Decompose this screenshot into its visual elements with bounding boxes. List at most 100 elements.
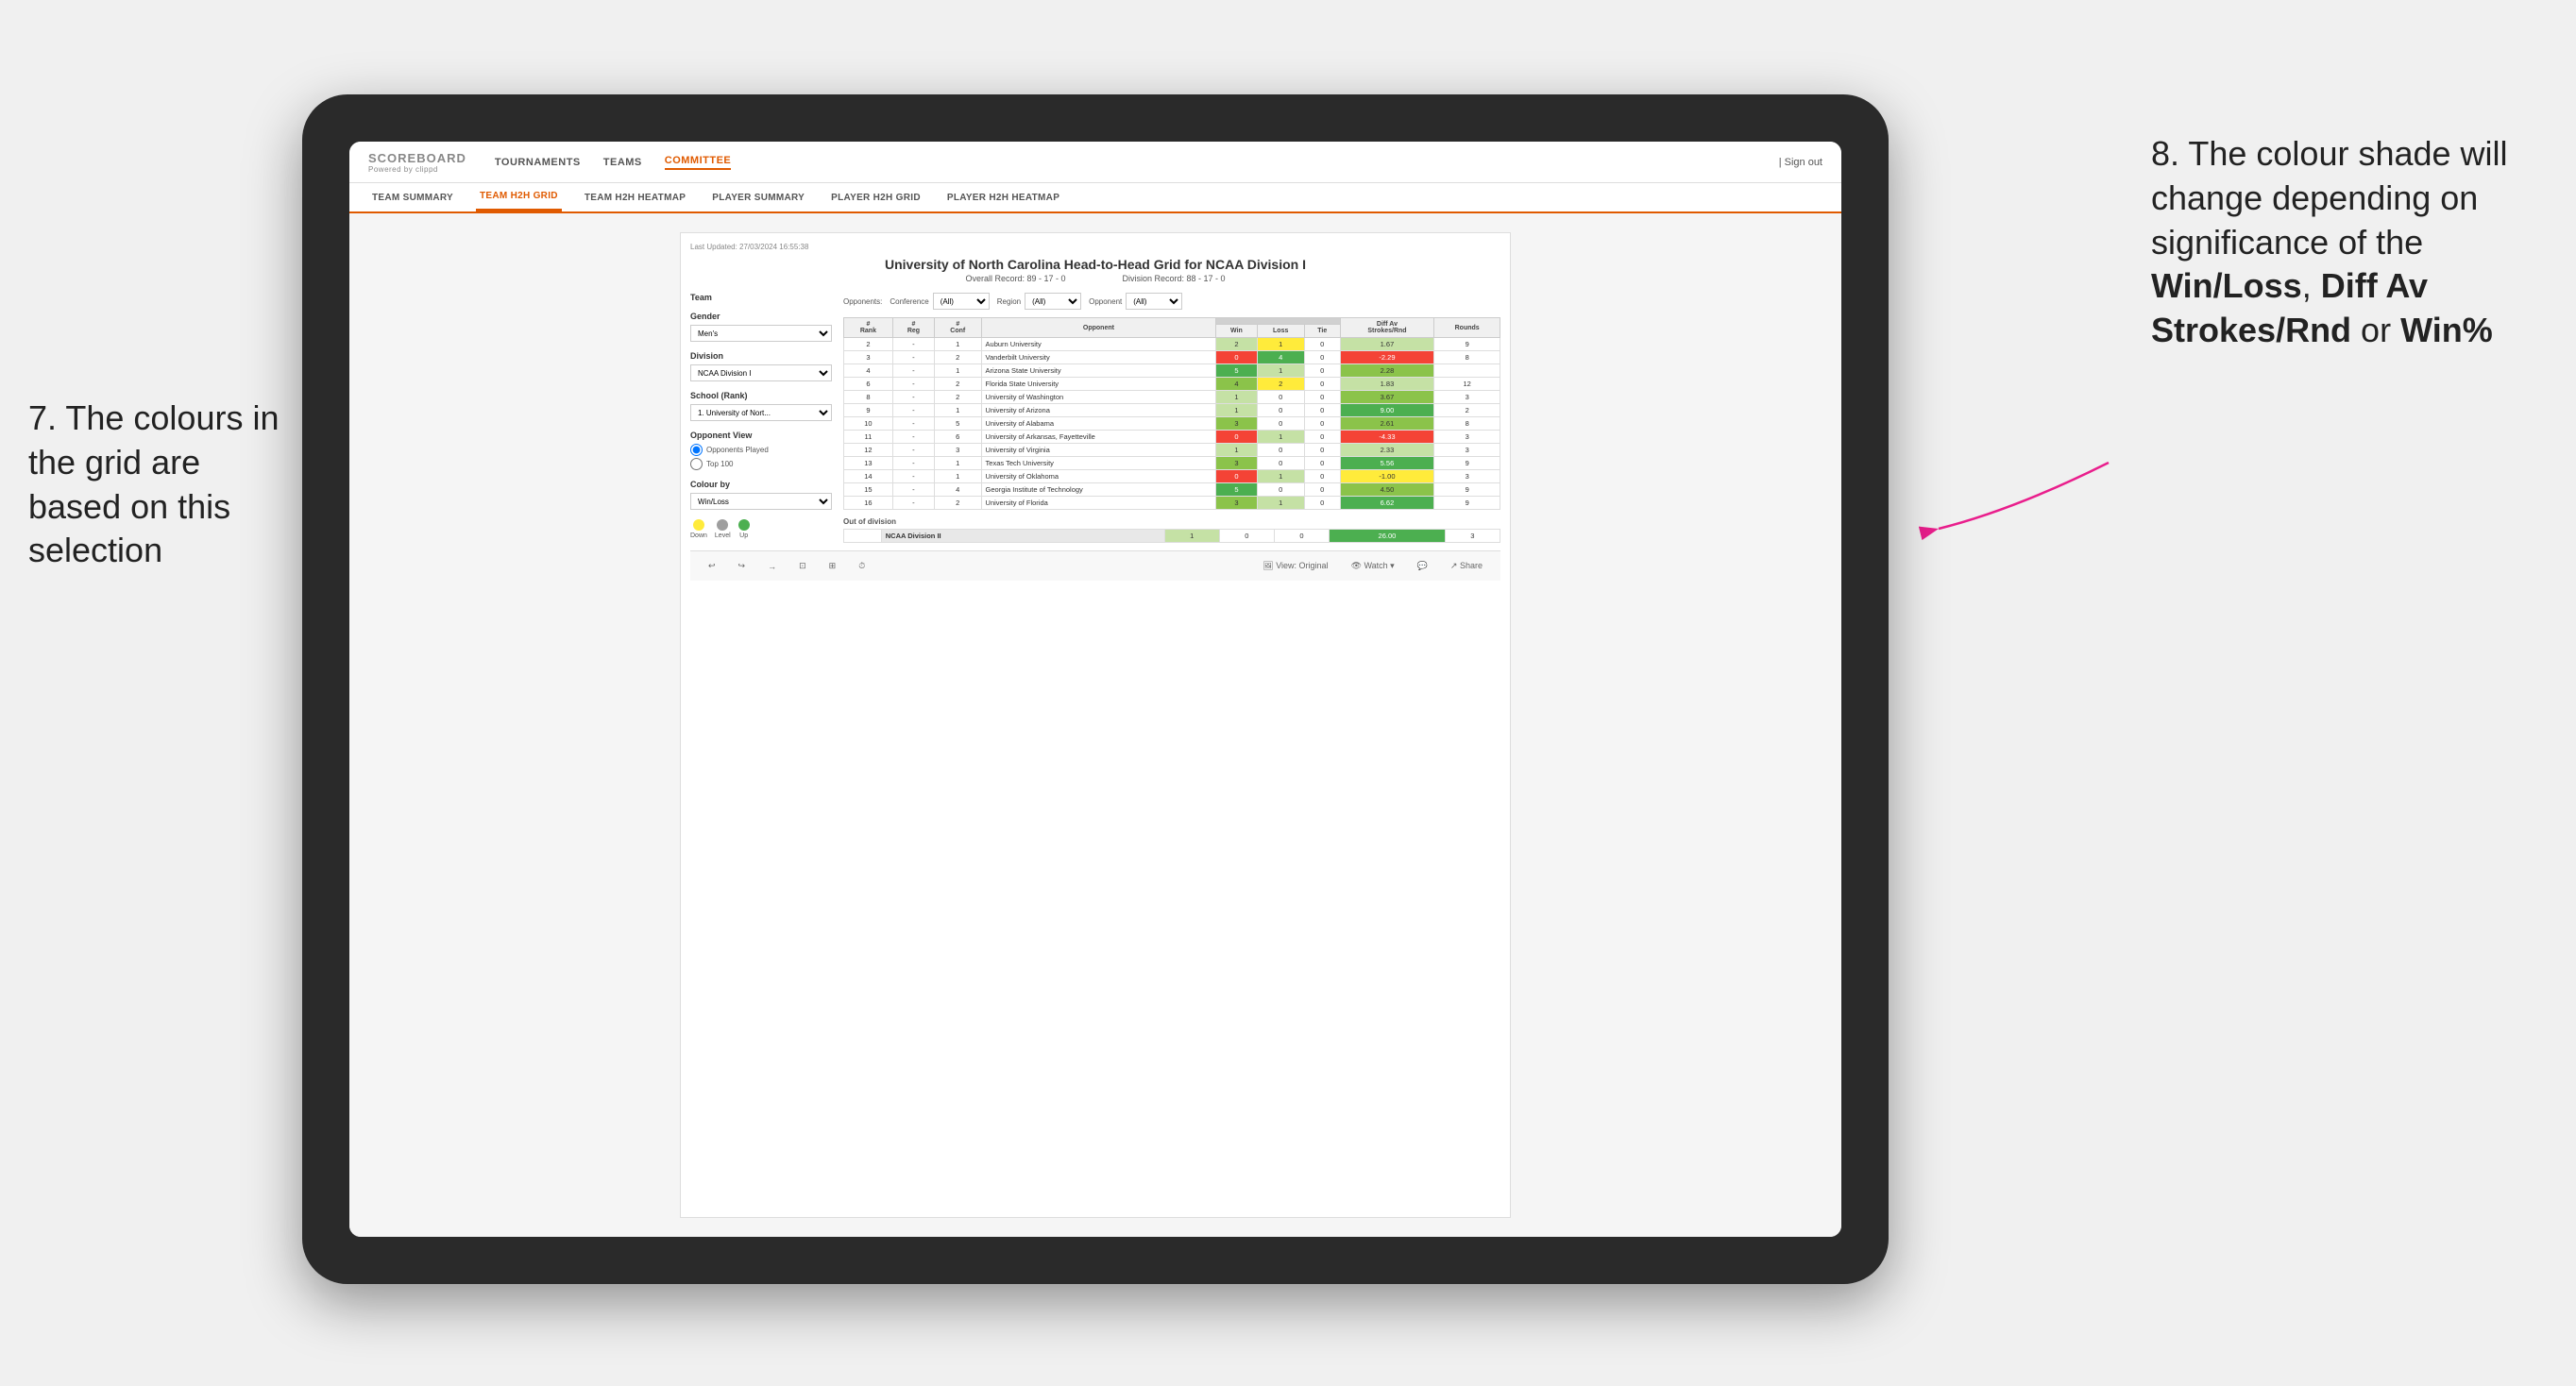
cell-loss: 0 xyxy=(1257,483,1304,497)
forward-button[interactable]: → xyxy=(761,559,783,574)
cell-loss: 1 xyxy=(1257,470,1304,483)
last-updated: Last Updated: 27/03/2024 16:55:38 xyxy=(690,243,808,251)
nav-committee[interactable]: COMMITTEE xyxy=(665,155,732,170)
nav-items: TOURNAMENTS TEAMS COMMITTEE xyxy=(495,155,731,170)
table-row: 2 - 1 Auburn University 2 1 0 1.67 9 xyxy=(844,338,1500,351)
cell-conf: 4 xyxy=(935,483,982,497)
division-label: Division xyxy=(690,351,832,361)
undo-button[interactable]: ↩ xyxy=(702,558,722,574)
cell-opponent: University of Arkansas, Fayetteville xyxy=(981,431,1216,444)
out-of-division-row: NCAA Division II 1 0 0 26.00 3 xyxy=(844,530,1500,543)
cell-rounds: 12 xyxy=(1434,378,1500,391)
cell-win: 0 xyxy=(1216,351,1257,364)
comment-button[interactable]: 💬 xyxy=(1411,558,1434,574)
share-button[interactable]: ↗ Share xyxy=(1444,558,1489,574)
cell-conf: 5 xyxy=(935,417,982,431)
redo-button[interactable]: ↪ xyxy=(732,558,753,574)
conference-filter-select[interactable]: (All) xyxy=(933,293,990,310)
clock-button[interactable]: ⏱ xyxy=(852,558,872,574)
cell-rank: 15 xyxy=(844,483,893,497)
sign-out-button[interactable]: | Sign out xyxy=(1779,157,1822,168)
cell-diff-av: 5.56 xyxy=(1340,457,1434,470)
cell-tie: 0 xyxy=(1304,497,1340,510)
cell-reg: - xyxy=(892,483,934,497)
cell-reg: - xyxy=(892,391,934,404)
nav-teams[interactable]: TEAMS xyxy=(603,157,642,168)
sub-nav-player-summary[interactable]: PLAYER SUMMARY xyxy=(708,183,808,211)
cell-opponent: Texas Tech University xyxy=(981,457,1216,470)
sub-nav-team-summary[interactable]: TEAM SUMMARY xyxy=(368,183,457,211)
cell-conf: 1 xyxy=(935,457,982,470)
cell-win: 3 xyxy=(1216,417,1257,431)
table-row: 6 - 2 Florida State University 4 2 0 1.8… xyxy=(844,378,1500,391)
nav-tournaments[interactable]: TOURNAMENTS xyxy=(495,157,581,168)
cell-diff-av: 2.33 xyxy=(1340,444,1434,457)
cell-rank: 10 xyxy=(844,417,893,431)
cell-conf: 2 xyxy=(935,497,982,510)
cell-win: 1 xyxy=(1216,391,1257,404)
region-filter-select[interactable]: (All) xyxy=(1025,293,1081,310)
sub-nav-player-h2h-grid[interactable]: PLAYER H2H GRID xyxy=(827,183,924,211)
school-select[interactable]: 1. University of Nort... xyxy=(690,404,832,421)
cell-win: 1 xyxy=(1216,444,1257,457)
table-row: 12 - 3 University of Virginia 1 0 0 2.33… xyxy=(844,444,1500,457)
filter-row: Opponents: Conference (All) Region ( xyxy=(843,293,1500,310)
col-diff-av: Diff AvStrokes/Rnd xyxy=(1340,318,1434,338)
table-row: 11 - 6 University of Arkansas, Fayettevi… xyxy=(844,431,1500,444)
cell-tie: 0 xyxy=(1304,431,1340,444)
cell-rounds: 3 xyxy=(1434,470,1500,483)
cell-conf: 1 xyxy=(935,470,982,483)
col-tie: Tie xyxy=(1304,325,1340,338)
table-row: 10 - 5 University of Alabama 3 0 0 2.61 … xyxy=(844,417,1500,431)
cell-out-div-rounds: 3 xyxy=(1445,530,1500,543)
cell-opponent: Florida State University xyxy=(981,378,1216,391)
watch-button[interactable]: 👁 Watch ▾ xyxy=(1345,558,1401,574)
annotation-left: 7. The colours in the grid are based on … xyxy=(28,397,293,573)
cell-rank: 13 xyxy=(844,457,893,470)
overall-record: Overall Record: 89 - 17 - 0 xyxy=(965,274,1065,283)
table-row: 15 - 4 Georgia Institute of Technology 5… xyxy=(844,483,1500,497)
home-button[interactable]: ⊡ xyxy=(792,558,813,574)
col-rounds: Rounds xyxy=(1434,318,1500,338)
cell-rounds: 3 xyxy=(1434,391,1500,404)
division-select[interactable]: NCAA Division I xyxy=(690,364,832,381)
table-row: 9 - 1 University of Arizona 1 0 0 9.00 2 xyxy=(844,404,1500,417)
cell-opponent: University of Alabama xyxy=(981,417,1216,431)
sub-nav-team-h2h-heatmap[interactable]: TEAM H2H HEATMAP xyxy=(581,183,689,211)
gender-label: Gender xyxy=(690,312,832,321)
cell-rank: 11 xyxy=(844,431,893,444)
cell-tie: 0 xyxy=(1304,457,1340,470)
cell-rank: 4 xyxy=(844,364,893,378)
opponents-filter-label: Opponents: xyxy=(843,297,882,306)
col-rank: #Rank xyxy=(844,318,893,338)
opponent-filter-select[interactable]: (All) xyxy=(1126,293,1182,310)
grid-button[interactable]: ⊞ xyxy=(822,558,843,574)
col-reg: #Reg xyxy=(892,318,934,338)
cell-rounds: 9 xyxy=(1434,457,1500,470)
cell-conf: 2 xyxy=(935,391,982,404)
cell-tie: 0 xyxy=(1304,404,1340,417)
sub-nav-player-h2h-heatmap[interactable]: PLAYER H2H HEATMAP xyxy=(943,183,1063,211)
sub-nav-team-h2h-grid[interactable]: TEAM H2H GRID xyxy=(476,183,562,211)
view-original-button[interactable]: 🖼 View: Original xyxy=(1256,558,1334,574)
cell-conf: 1 xyxy=(935,404,982,417)
radio-opponents-played[interactable]: Opponents Played xyxy=(690,444,832,456)
tableau-subtitle: Overall Record: 89 - 17 - 0 Division Rec… xyxy=(690,274,1500,283)
division-section: Division NCAA Division I xyxy=(690,351,832,381)
table-row: 3 - 2 Vanderbilt University 0 4 0 -2.29 … xyxy=(844,351,1500,364)
cell-opponent: Georgia Institute of Technology xyxy=(981,483,1216,497)
cell-win: 0 xyxy=(1216,470,1257,483)
cell-tie: 0 xyxy=(1304,483,1340,497)
cell-reg: - xyxy=(892,364,934,378)
cell-tie: 0 xyxy=(1304,444,1340,457)
cell-rounds: 8 xyxy=(1434,417,1500,431)
region-filter-label: Region xyxy=(997,297,1021,306)
cell-rounds: 2 xyxy=(1434,404,1500,417)
cell-rank: 3 xyxy=(844,351,893,364)
radio-top-100[interactable]: Top 100 xyxy=(690,458,832,470)
legend: Down Level Up xyxy=(690,519,832,539)
cell-loss: 0 xyxy=(1257,417,1304,431)
colour-by-select[interactable]: Win/Loss xyxy=(690,493,832,510)
cell-rounds: 9 xyxy=(1434,497,1500,510)
gender-select[interactable]: Men's xyxy=(690,325,832,342)
